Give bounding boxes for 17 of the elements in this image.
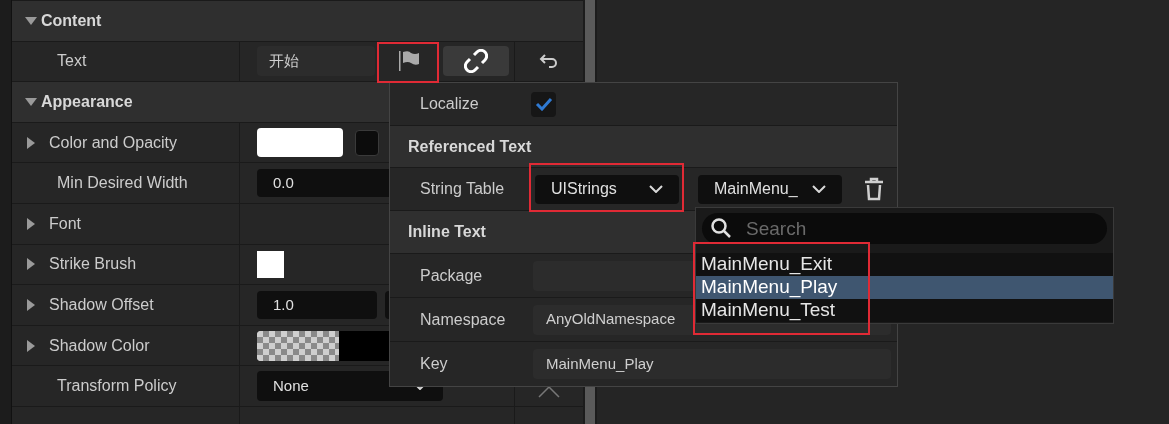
property-label: Color and Opacity: [49, 132, 178, 153]
property-label: Text: [57, 51, 87, 72]
field-label: Package: [419, 265, 484, 286]
field-label: Key: [419, 354, 449, 374]
field-label: Namespace: [419, 309, 507, 330]
property-label: Shadow Color: [49, 335, 150, 356]
property-label: Strike Brush: [49, 254, 137, 275]
property-label: Font: [49, 213, 81, 234]
property-label: Min Desired Width: [57, 173, 188, 194]
section-title: Appearance: [41, 92, 133, 112]
property-label: Shadow Offset: [49, 294, 154, 315]
section-title: Content: [41, 10, 102, 31]
section-title: Referenced Text: [408, 136, 532, 157]
section-title: Inline Text: [408, 222, 486, 242]
property-label: Transform Policy: [57, 376, 177, 397]
string-table-label: String Table: [419, 179, 506, 199]
localize-label: Localize: [419, 94, 480, 114]
